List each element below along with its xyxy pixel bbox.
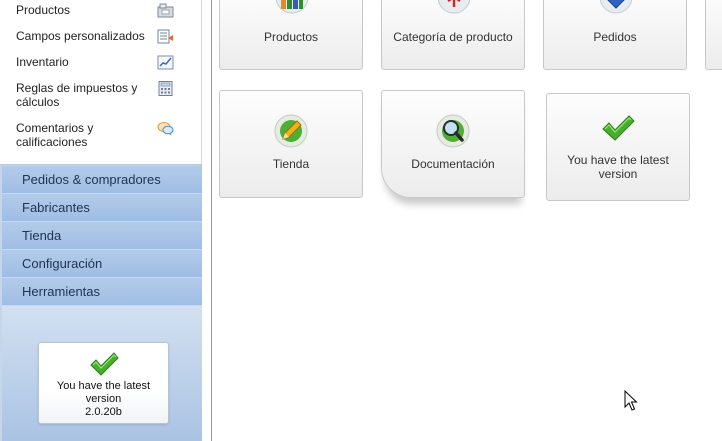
- version-status-text: You have the latest version: [56, 380, 151, 405]
- menu-item-configuracion[interactable]: Configuración: [2, 250, 202, 278]
- fields-icon: [157, 29, 174, 44]
- tile-partial[interactable]: [705, 0, 722, 70]
- tile-documentacion[interactable]: Documentación: [381, 90, 525, 198]
- submenu-item-label: Productos: [16, 3, 71, 17]
- category-icon: [434, 0, 474, 23]
- tile-categoria-producto[interactable]: Categoría de producto: [381, 0, 525, 70]
- submenu-item-inventario[interactable]: Inventario: [16, 55, 198, 71]
- tile-label: Pedidos: [593, 30, 637, 44]
- products-icon: [272, 0, 312, 23]
- menu-item-tienda[interactable]: Tienda: [2, 222, 202, 250]
- orders-icon: [596, 0, 636, 23]
- submenu-item-productos[interactable]: Productos: [16, 3, 198, 19]
- panel-divider: [203, 0, 212, 441]
- submenu-item-label: Reglas de impuestos y cálculos: [16, 81, 138, 109]
- tile-label: Productos: [263, 30, 319, 44]
- chart-icon: [157, 55, 174, 70]
- tile-tienda[interactable]: Tienda: [219, 90, 363, 198]
- submenu-item-comentarios[interactable]: Comentarios y calificaciones: [16, 121, 198, 151]
- checkmark-icon: [601, 114, 641, 154]
- folder-icon: [157, 3, 174, 18]
- mouse-cursor-icon: [624, 389, 638, 415]
- tile-label: Categoría de producto: [393, 30, 513, 44]
- calculator-icon: [157, 81, 174, 96]
- tile-productos[interactable]: Productos: [219, 0, 363, 70]
- comments-icon: [157, 121, 174, 136]
- checkmark-icon: [89, 351, 119, 380]
- products-submenu: Productos Campos personalizados Inventar…: [0, 0, 202, 165]
- submenu-item-label: Campos personalizados: [16, 29, 145, 43]
- sidebar: Productos Campos personalizados Inventar…: [0, 0, 202, 441]
- version-status-box: You have the latest version 2.0.20b: [38, 342, 169, 424]
- tile-label: Documentación: [411, 157, 495, 171]
- menu-item-herramientas[interactable]: Herramientas: [2, 278, 202, 306]
- tile-label: You have the latest version: [567, 153, 669, 181]
- version-number: 2.0.20b: [85, 406, 122, 418]
- store-edit-icon: [271, 113, 311, 153]
- menu-item-fabricantes[interactable]: Fabricantes: [2, 194, 202, 222]
- tile-pedidos[interactable]: Pedidos: [543, 0, 687, 70]
- submenu-item-reglas-impuestos[interactable]: Reglas de impuestos y cálculos: [16, 81, 198, 111]
- submenu-item-label: Comentarios y calificaciones: [16, 121, 94, 149]
- menu-item-pedidos-compradores[interactable]: Pedidos & compradores: [2, 166, 202, 194]
- submenu-item-label: Inventario: [16, 55, 69, 69]
- dashboard-panel: Productos Categoría de producto Pedidos: [213, 0, 722, 441]
- sidebar-footer: You have the latest version 2.0.20b: [2, 306, 202, 441]
- submenu-item-campos-personalizados[interactable]: Campos personalizados: [16, 29, 198, 45]
- tile-label: Tienda: [272, 157, 310, 171]
- documentation-search-icon: [433, 113, 473, 153]
- tile-version-status[interactable]: You have the latest version: [546, 93, 690, 201]
